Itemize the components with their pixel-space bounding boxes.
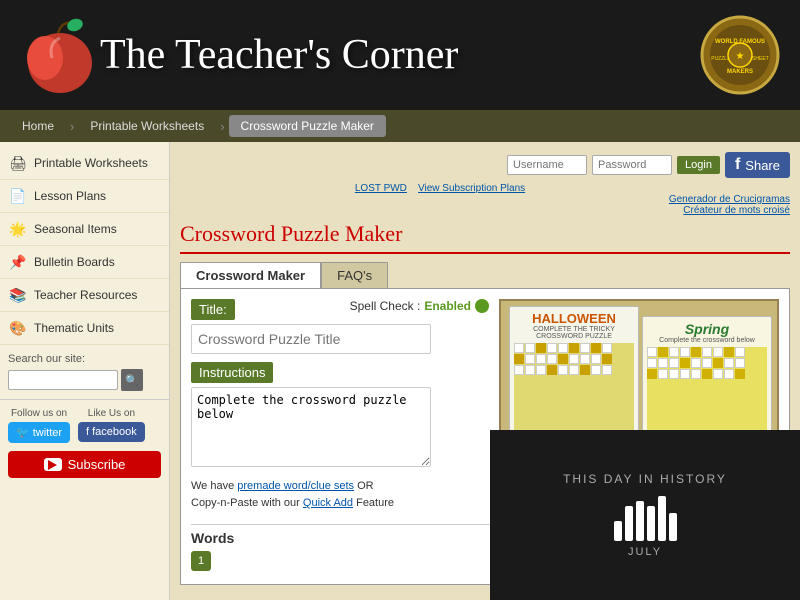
username-input[interactable] [507, 155, 587, 175]
youtube-icon [44, 458, 62, 471]
main-layout: 🖨 Printable Worksheets 📄 Lesson Plans 🌟 … [0, 142, 800, 600]
bar-1 [614, 521, 622, 541]
resources-icon: 📚 [8, 286, 28, 304]
spell-check-indicator [475, 299, 489, 313]
instructions-label: Instructions [191, 362, 273, 383]
subscribe-button[interactable]: Subscribe [8, 451, 161, 478]
site-title: The Teacher's Corner [100, 31, 700, 79]
sidebar: 🖨 Printable Worksheets 📄 Lesson Plans 🌟 … [0, 142, 170, 600]
search-input[interactable] [8, 370, 118, 390]
facebook-f-icon: f [735, 156, 740, 174]
video-overlay: THIS DAY IN HISTORY JULY [490, 430, 800, 600]
sidebar-item-printable-worksheets[interactable]: 🖨 Printable Worksheets [0, 147, 169, 180]
word-number-1: 1 [191, 551, 211, 571]
search-button[interactable]: 🔍 [121, 369, 143, 391]
bar-5 [658, 496, 666, 541]
share-button[interactable]: f Share [725, 152, 790, 178]
copy-paste-text: Copy-n-Paste with our Quick Add Feature [191, 497, 489, 509]
follow-label: Follow us on [11, 408, 67, 419]
spell-check-text: Spell Check : [350, 299, 421, 313]
spell-check-row: Spell Check : Enabled [350, 299, 489, 313]
quick-add-link[interactable]: Quick Add [303, 497, 353, 509]
play-icon-area[interactable] [614, 496, 677, 541]
spanish-link-2[interactable]: Créateur de mots croisé [180, 205, 790, 216]
bar-3 [636, 501, 644, 541]
search-label: Search our site: [8, 353, 161, 365]
content-area: Login f Share LOST PWD View Subscription… [170, 142, 800, 600]
premade-text: We have premade word/clue sets OR [191, 480, 489, 492]
preview-card2-title: Spring [647, 321, 767, 337]
tab-crossword-maker[interactable]: Crossword Maker [180, 262, 321, 288]
svg-text:★: ★ [736, 51, 745, 62]
nav-bar: Home › Printable Worksheets › Crossword … [0, 110, 800, 142]
bar-6 [669, 513, 677, 541]
lesson-icon: 📄 [8, 187, 28, 205]
badge-logo: WORLD FAMOUS PUZZLE & WORKSHEET MAKERS ★ [700, 15, 780, 95]
tabs: Crossword Maker FAQ's [180, 262, 790, 288]
password-input[interactable] [592, 155, 672, 175]
like-label: Like Us on [88, 408, 135, 419]
subscription-link-row: LOST PWD View Subscription Plans [180, 183, 700, 194]
site-header: The Teacher's Corner WORLD FAMOUS PUZZLE… [0, 0, 800, 110]
search-section: Search our site: 🔍 [0, 345, 169, 400]
bar-4 [647, 506, 655, 541]
bar-2 [625, 506, 633, 541]
printer-icon: 🖨 [8, 154, 28, 172]
social-section: Follow us on 🐦 twitter Like Us on f face… [0, 400, 169, 486]
sidebar-item-teacher-resources[interactable]: 📚 Teacher Resources [0, 279, 169, 312]
preview-card2-subtitle: Complete the crossword below [647, 337, 767, 344]
title-label: Title: [191, 299, 235, 320]
tab-faqs[interactable]: FAQ's [321, 262, 388, 288]
twitter-button[interactable]: 🐦 twitter [8, 422, 70, 443]
page-title: Crossword Puzzle Maker [180, 221, 790, 254]
facebook-box: Like Us on f facebook [78, 408, 145, 443]
svg-text:MAKERS: MAKERS [727, 69, 753, 75]
nav-worksheets[interactable]: Printable Worksheets [78, 115, 216, 137]
twitter-bird-icon: 🐦 [16, 426, 30, 439]
video-date: JULY [628, 546, 662, 558]
apple-logo [20, 13, 100, 98]
twitter-box: Follow us on 🐦 twitter [8, 408, 70, 443]
sidebar-item-lesson-plans[interactable]: 📄 Lesson Plans [0, 180, 169, 213]
sidebar-item-seasonal-items[interactable]: 🌟 Seasonal Items [0, 213, 169, 246]
bulletin-icon: 📌 [8, 253, 28, 271]
lost-pwd-link[interactable]: LOST PWD [355, 183, 407, 194]
spanish-link-1[interactable]: Generador de Crucigramas [180, 194, 790, 205]
play-bars [614, 496, 677, 541]
instructions-textarea[interactable]: Complete the crossword puzzle below [191, 387, 431, 467]
seasonal-icon: 🌟 [8, 220, 28, 238]
search-row: 🔍 [8, 369, 161, 391]
sidebar-item-bulletin-boards[interactable]: 📌 Bulletin Boards [0, 246, 169, 279]
video-title: THIS DAY IN HISTORY [563, 472, 727, 486]
login-row: Login f Share [180, 152, 790, 178]
spell-check-status: Enabled [424, 299, 471, 313]
title-input[interactable] [191, 324, 431, 354]
preview-card1-title: HALLOWEEN [514, 311, 634, 326]
facebook-icon: f [86, 426, 89, 438]
follow-like-row: Follow us on 🐦 twitter Like Us on f face… [8, 408, 161, 443]
spanish-links: Generador de Crucigramas Créateur de mot… [180, 194, 790, 216]
title-section: Title: Spell Check : Enabled [191, 299, 489, 354]
instructions-section: Instructions Complete the crossword puzz… [191, 362, 489, 470]
nav-crossword[interactable]: Crossword Puzzle Maker [229, 115, 386, 137]
nav-home[interactable]: Home [10, 115, 66, 137]
premade-link[interactable]: premade word/clue sets [237, 480, 354, 492]
preview-card1-subtitle: COMPLETE THE TRICKY CROSSWORD PUZZLE [514, 326, 634, 340]
login-button[interactable]: Login [677, 156, 720, 174]
subscription-link[interactable]: View Subscription Plans [418, 183, 525, 194]
thematic-icon: 🎨 [8, 319, 28, 337]
sidebar-item-thematic-units[interactable]: 🎨 Thematic Units [0, 312, 169, 345]
facebook-button[interactable]: f facebook [78, 422, 145, 442]
